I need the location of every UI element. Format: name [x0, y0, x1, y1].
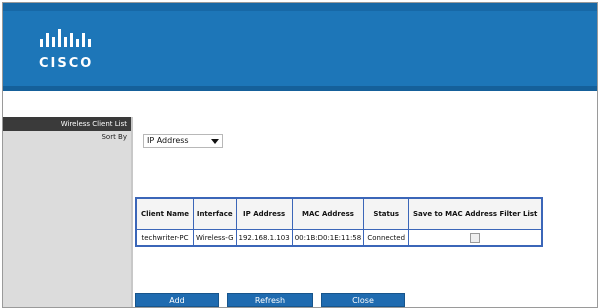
- cisco-bridge-icon: [40, 29, 91, 47]
- sidebar-divider: [131, 117, 133, 307]
- sort-by-label: Sort By: [101, 133, 127, 141]
- sort-by-value: IP Address: [147, 136, 189, 145]
- cell-save-checkbox: [408, 229, 543, 247]
- sidebar: Wireless Client List Sort By: [3, 117, 131, 307]
- col-save-to-filter: Save to MAC Address Filter List: [408, 197, 543, 230]
- sort-by-select[interactable]: IP Address: [143, 134, 223, 148]
- table-header-row: Client Name Interface IP Address MAC Add…: [135, 197, 543, 230]
- banner-top-strip: [3, 3, 597, 11]
- client-table: Client Name Interface IP Address MAC Add…: [135, 197, 544, 247]
- table-row: techwriter-PC Wireless-G 192.168.1.103 0…: [135, 229, 543, 247]
- col-interface: Interface: [193, 197, 237, 230]
- cell-ip-address: 192.168.1.103: [235, 229, 293, 247]
- close-button[interactable]: Close: [321, 293, 405, 307]
- cisco-logo: CISCO: [39, 25, 109, 75]
- save-to-filter-checkbox[interactable]: [470, 232, 481, 243]
- chevron-down-icon[interactable]: [211, 139, 219, 144]
- header-banner: CISCO: [3, 3, 597, 91]
- cell-status: Connected: [363, 229, 410, 247]
- cell-interface: Wireless-G: [193, 229, 237, 247]
- col-mac-address: MAC Address: [291, 197, 365, 230]
- cell-mac-address: 00:1B:D0:1E:11:58: [291, 229, 365, 247]
- header-gap: [3, 91, 597, 117]
- col-status: Status: [363, 197, 410, 230]
- col-ip-address: IP Address: [235, 197, 293, 230]
- cell-client-name: techwriter-PC: [135, 229, 194, 247]
- cisco-wordmark: CISCO: [39, 56, 94, 71]
- router-page: CISCO Wireless Client List Sort By IP Ad…: [2, 2, 598, 308]
- sidebar-section-title: Wireless Client List: [3, 117, 131, 131]
- col-client-name: Client Name: [135, 197, 194, 230]
- add-button[interactable]: Add: [135, 293, 219, 307]
- refresh-button[interactable]: Refresh: [227, 293, 313, 307]
